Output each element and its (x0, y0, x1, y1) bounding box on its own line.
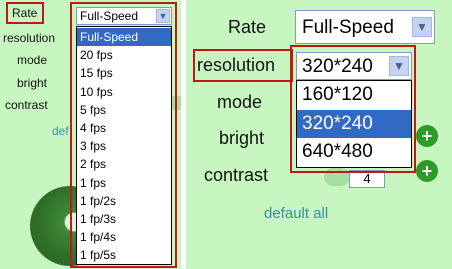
bright-plus-button[interactable]: + (416, 125, 438, 147)
mode-label: mode (217, 92, 263, 112)
mode-label: mode (17, 53, 48, 67)
contrast-label: contrast (5, 98, 48, 112)
bright-label: bright (219, 128, 265, 148)
default-all-link-partial[interactable]: def (52, 124, 69, 138)
bright-label: bright (17, 76, 48, 90)
resolution-label-highlight-box (193, 49, 293, 82)
rate-label: Rate (228, 17, 267, 37)
contrast-label: contrast (204, 165, 269, 185)
rate-dropdown-highlight-box (70, 2, 177, 268)
resolution-label: resolution (3, 31, 56, 45)
rate-label-highlight-box (6, 2, 44, 24)
rate-select-value: Full-Speed (302, 17, 394, 38)
rate-select[interactable]: Full-Speed ▼ (295, 10, 435, 44)
left-settings-panel: Rate resolution mode bright contrast def… (0, 0, 181, 269)
resolution-dropdown-highlight-box (290, 45, 416, 173)
default-all-link[interactable]: default all (264, 205, 328, 222)
chevron-down-icon[interactable]: ▼ (412, 17, 432, 37)
contrast-plus-button[interactable]: + (416, 160, 438, 182)
right-settings-panel: Rate Full-Speed ▼ resolution 320*240 ▼ m… (186, 0, 452, 269)
